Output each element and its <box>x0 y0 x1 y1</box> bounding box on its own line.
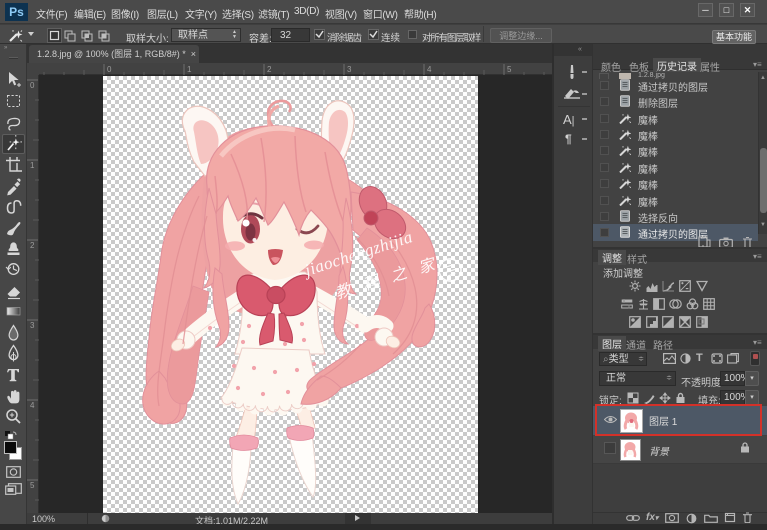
svg-text:3: 3 <box>347 65 352 74</box>
svg-text:1: 1 <box>30 161 35 170</box>
svg-text:2: 2 <box>30 241 35 250</box>
svg-text:2: 2 <box>267 65 272 74</box>
svg-text:0: 0 <box>30 81 35 90</box>
svg-text:4: 4 <box>427 65 432 74</box>
svg-text:3: 3 <box>30 321 35 330</box>
svg-text:4: 4 <box>30 401 35 410</box>
svg-text:0: 0 <box>107 65 112 74</box>
svg-text:5: 5 <box>30 481 35 490</box>
svg-text:1: 1 <box>187 65 192 74</box>
svg-text:5: 5 <box>507 65 512 74</box>
